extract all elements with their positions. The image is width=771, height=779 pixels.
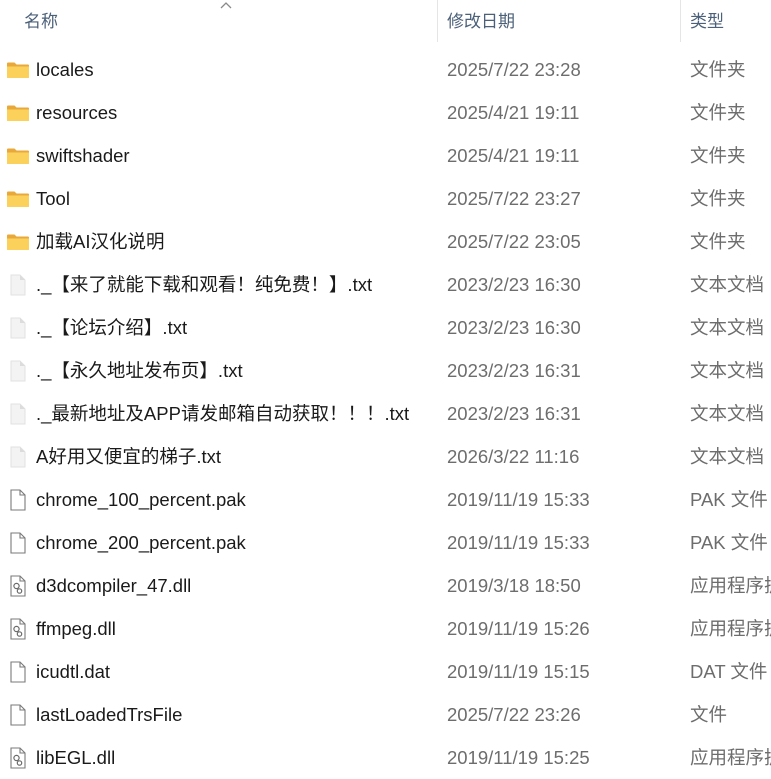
file-modified-date: 2023/2/23 16:30 xyxy=(447,317,581,338)
dll-file-icon xyxy=(6,617,30,641)
file-icon xyxy=(6,488,30,512)
file-modified-date: 2019/11/19 15:33 xyxy=(447,489,590,510)
file-row[interactable]: resources 2025/4/21 19:11 文件夹 xyxy=(0,91,771,134)
file-name: ffmpeg.dll xyxy=(36,618,116,639)
file-type: 文本文档 xyxy=(690,274,765,295)
file-type: 文件夹 xyxy=(690,102,746,123)
file-row[interactable]: ffmpeg.dll 2019/11/19 15:26 应用程序扩展 xyxy=(0,607,771,650)
file-type: 文本文档 xyxy=(690,446,765,467)
file-name: ._【论坛介绍】.txt xyxy=(36,317,188,338)
text-file-icon xyxy=(6,402,30,426)
file-name: locales xyxy=(36,59,94,80)
file-modified-date: 2025/7/22 23:27 xyxy=(447,188,581,209)
file-row[interactable]: chrome_200_percent.pak 2019/11/19 15:33 PA… xyxy=(0,521,771,564)
column-resize-handle-name[interactable] xyxy=(437,0,438,42)
file-type: 应用程序扩展 xyxy=(690,747,771,768)
file-icon xyxy=(6,703,30,727)
file-name: d3dcompiler_47.dll xyxy=(36,575,192,596)
file-row[interactable]: ._【论坛介绍】.txt 2023/2/23 16:30 文本文档 xyxy=(0,306,771,349)
file-name: Tool xyxy=(36,188,70,209)
file-modified-date: 2019/11/19 15:33 xyxy=(447,532,590,553)
file-type: PAK 文件 xyxy=(690,489,768,510)
file-modified-date: 2019/11/19 15:26 xyxy=(447,618,590,639)
folder-icon xyxy=(6,101,30,125)
file-type: 文件夹 xyxy=(690,59,746,80)
file-row[interactable]: Tool 2025/7/22 23:27 文件夹 xyxy=(0,177,771,220)
file-type: 应用程序扩展 xyxy=(690,575,771,596)
file-row[interactable]: icudtl.dat 2019/11/19 15:15 DAT 文件 xyxy=(0,650,771,693)
file-row[interactable]: chrome_100_percent.pak 2019/11/19 15:33 PA… xyxy=(0,478,771,521)
file-row[interactable]: ._【永久地址发布页】.txt 2023/2/23 16:31 文本文档 xyxy=(0,349,771,392)
file-row[interactable]: A好用又便宜的梯子.txt 2026/3/22 11:16 文本文档 xyxy=(0,435,771,478)
file-type: 文件夹 xyxy=(690,145,746,166)
file-list: locales 2025/7/22 23:28 文件夹 resources 2025/4… xyxy=(0,48,771,779)
file-row[interactable]: ._【来了就能下载和观看！纯免费！】.txt 2023/2/23 16:30 文本文… xyxy=(0,263,771,306)
file-type: 文件夹 xyxy=(690,188,746,209)
dll-file-icon xyxy=(6,574,30,598)
file-type: 文本文档 xyxy=(690,403,765,424)
file-modified-date: 2023/2/23 16:30 xyxy=(447,274,581,295)
file-name: resources xyxy=(36,102,118,123)
file-type: DAT 文件 xyxy=(690,661,768,682)
text-file-icon xyxy=(6,316,30,340)
column-header-bar: 名称 修改日期 类型 xyxy=(0,0,771,42)
file-type: PAK 文件 xyxy=(690,532,768,553)
file-name: icudtl.dat xyxy=(36,661,111,682)
text-file-icon xyxy=(6,445,30,469)
file-row[interactable]: ._最新地址及APP请发邮箱自动获取！！！.txt 2023/2/23 16:31… xyxy=(0,392,771,435)
file-modified-date: 2019/11/19 15:15 xyxy=(447,661,590,682)
file-type: 文件夹 xyxy=(690,231,746,252)
file-name: libEGL.dll xyxy=(36,747,116,768)
file-name: lastLoadedTrsFile xyxy=(36,704,183,725)
sort-ascending-icon xyxy=(220,2,232,9)
file-icon xyxy=(6,660,30,684)
file-row[interactable]: swiftshader 2025/4/21 19:11 文件夹 xyxy=(0,134,771,177)
file-row[interactable]: locales 2025/7/22 23:28 文件夹 xyxy=(0,48,771,91)
column-header-type[interactable]: 类型 xyxy=(690,0,771,42)
file-name: ._最新地址及APP请发邮箱自动获取！！！.txt xyxy=(36,403,410,424)
dll-file-icon xyxy=(6,746,30,770)
folder-icon xyxy=(6,230,30,254)
file-type: 文本文档 xyxy=(690,360,765,381)
file-icon xyxy=(6,531,30,555)
file-row[interactable]: 加载AI汉化说明 2025/7/22 23:05 文件夹 xyxy=(0,220,771,263)
file-modified-date: 2025/4/21 19:11 xyxy=(447,145,580,166)
file-modified-date: 2025/4/21 19:11 xyxy=(447,102,580,123)
file-name: A好用又便宜的梯子.txt xyxy=(36,446,222,467)
file-name: 加载AI汉化说明 xyxy=(36,231,165,252)
file-row[interactable]: lastLoadedTrsFile 2025/7/22 23:26 文件 xyxy=(0,693,771,736)
file-modified-date: 2023/2/23 16:31 xyxy=(447,360,581,381)
file-modified-date: 2023/2/23 16:31 xyxy=(447,403,581,424)
file-type: 应用程序扩展 xyxy=(690,618,771,639)
file-modified-date: 2019/11/19 15:25 xyxy=(447,747,590,768)
file-name: swiftshader xyxy=(36,145,130,166)
file-modified-date: 2025/7/22 23:28 xyxy=(447,59,581,80)
file-modified-date: 2025/7/22 23:26 xyxy=(447,704,581,725)
file-name: ._【永久地址发布页】.txt xyxy=(36,360,243,381)
text-file-icon xyxy=(6,359,30,383)
file-modified-date: 2025/7/22 23:05 xyxy=(447,231,581,252)
file-modified-date: 2026/3/22 11:16 xyxy=(447,446,580,467)
column-resize-handle-date[interactable] xyxy=(680,0,681,42)
file-type: 文件 xyxy=(690,704,728,725)
file-row[interactable]: libEGL.dll 2019/11/19 15:25 应用程序扩展 xyxy=(0,736,771,779)
file-name: chrome_200_percent.pak xyxy=(36,532,246,553)
file-modified-date: 2019/3/18 18:50 xyxy=(447,575,581,596)
folder-icon xyxy=(6,187,30,211)
file-name: chrome_100_percent.pak xyxy=(36,489,246,510)
folder-icon xyxy=(6,144,30,168)
column-header-date[interactable]: 修改日期 xyxy=(447,0,667,42)
file-name: ._【来了就能下载和观看！纯免费！】.txt xyxy=(36,274,373,295)
text-file-icon xyxy=(6,273,30,297)
folder-icon xyxy=(6,58,30,82)
file-row[interactable]: d3dcompiler_47.dll 2019/3/18 18:50 应用程序扩展 xyxy=(0,564,771,607)
file-type: 文本文档 xyxy=(690,317,765,338)
